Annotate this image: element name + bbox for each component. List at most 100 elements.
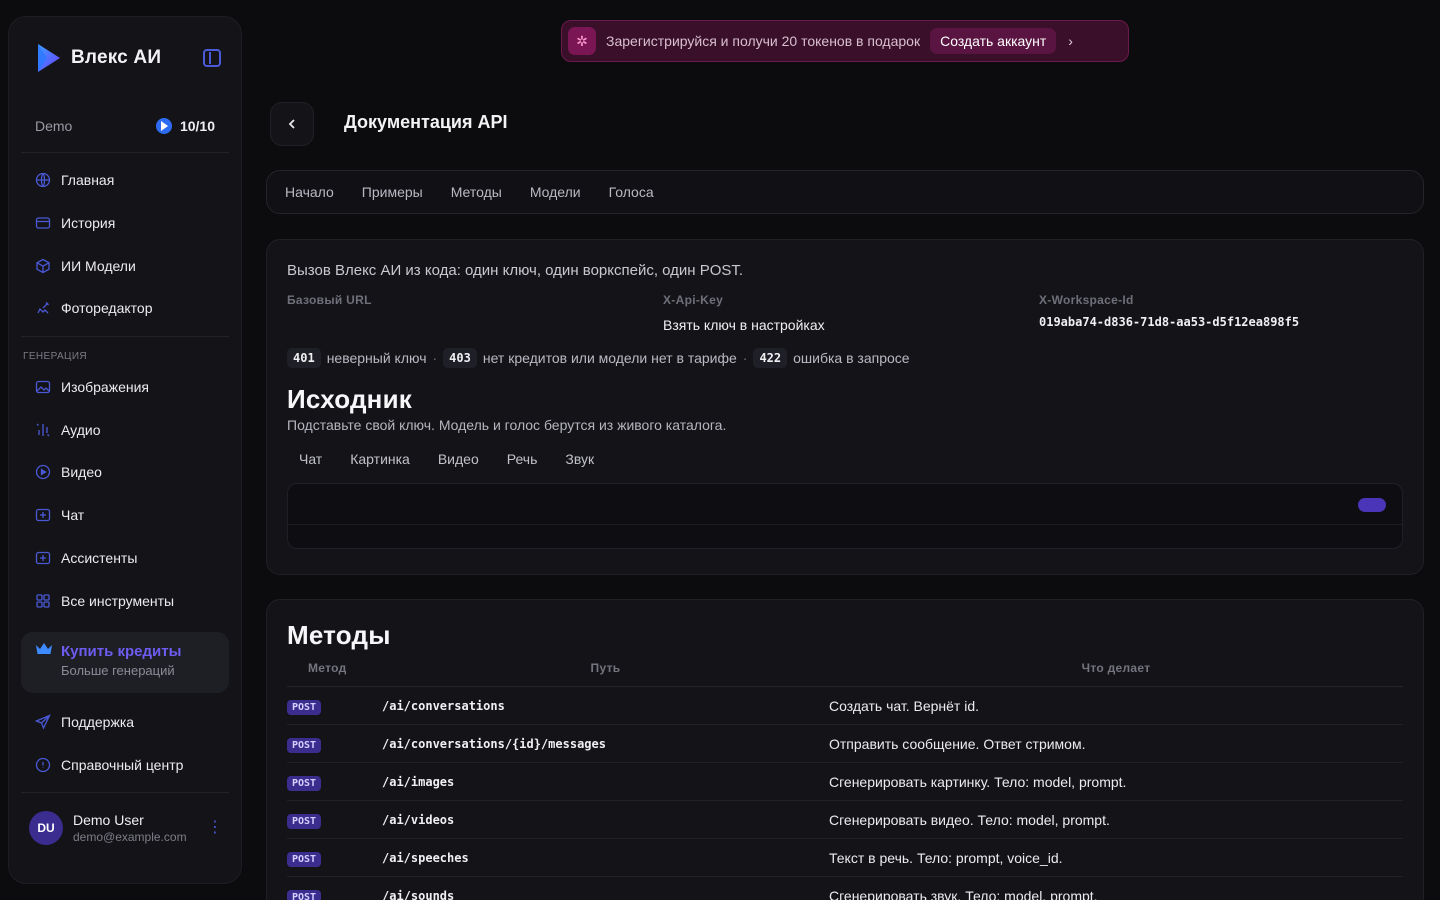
promo-banner[interactable]: ✲ Зарегистрируйся и получи 20 токенов в … (561, 20, 1129, 62)
method-path: /ai/sounds (382, 888, 455, 900)
source-subtitle: Подставьте свой ключ. Модель и голос бер… (287, 417, 727, 433)
tab-video[interactable]: Видео (428, 451, 489, 467)
chevron-left-icon (288, 119, 295, 129)
method-path: /ai/images (382, 774, 455, 789)
method-desc: Сгенерировать видео. Тело: model, prompt… (829, 811, 1110, 828)
chat-icon (35, 507, 51, 523)
method-path: /ai/videos (382, 812, 455, 827)
sidebar-item-label: Фоторедактор (61, 300, 153, 317)
sidebar-item-video[interactable]: Видео (21, 451, 229, 494)
sidebar-collapse-icon[interactable] (203, 49, 221, 67)
tab-speech[interactable]: Речь (497, 451, 548, 467)
sidebar-item-models[interactable]: ИИ Модели (21, 244, 229, 287)
promo-text: Зарегистрируйся и получи 20 токенов в по… (606, 33, 921, 49)
method-badge: POST (287, 851, 322, 867)
methods-table: Метод Путь Что делает POST /ai/conversat… (287, 661, 1403, 900)
code-toggle[interactable] (1358, 498, 1386, 512)
header-path: Путь (590, 661, 621, 675)
base-url-label: Базовый URL (287, 293, 372, 307)
image-icon (35, 379, 51, 395)
api-intro: Вызов Влекс АИ из кода: один ключ, один … (287, 262, 744, 279)
method-badge: POST (287, 737, 322, 753)
plan-row: Demo 10/10 (21, 99, 229, 153)
globe-icon (35, 172, 51, 188)
sparkle-icon: ✲ (568, 27, 596, 55)
source-title: Исходник (287, 384, 412, 414)
method-desc: Сгенерировать картинку. Тело: model, pro… (829, 773, 1127, 790)
table-row[interactable]: POST /ai/conversations Создать чат. Верн… (287, 687, 1403, 725)
workspace-block: X-Workspace-Id 019aba74-d836-71d8-aa53-d… (1039, 293, 1403, 334)
header-method: Метод (308, 661, 347, 675)
source-tabs: Чат Картинка Видео Речь Звук (287, 451, 1403, 467)
method-desc: Отправить сообщение. Ответ стримом. (829, 735, 1086, 752)
sidebar-item-audio[interactable]: Аудио (21, 408, 229, 451)
sidebar-item-images[interactable]: Изображения (21, 366, 229, 409)
method-desc: Текст в речь. Тело: prompt, voice_id. (829, 849, 1063, 866)
cube-icon (35, 258, 51, 274)
code-block[interactable] (287, 483, 1403, 549)
api-key-block: X-Api-Key Взять ключ в настройках (663, 293, 1039, 334)
sidebar-item-label: Чат (61, 507, 85, 524)
table-row[interactable]: POST /ai/conversations/{id}/messages Отп… (287, 725, 1403, 763)
table-row[interactable]: POST /ai/videos Сгенерировать видео. Тел… (287, 801, 1403, 839)
methods-title: Методы (287, 620, 391, 650)
user-profile[interactable]: DU Demo User demo@example.com ⋮ (21, 793, 229, 846)
error-code-badge: 422 (753, 348, 788, 368)
sidebar-item-label: История (61, 215, 116, 232)
api-key-settings-link[interactable]: Взять ключ в настройках (663, 317, 1039, 334)
brand[interactable]: Влекс АИ (21, 17, 229, 99)
sidebar-item-chat[interactable]: Чат (21, 494, 229, 537)
app-root: Влекс АИ Demo 10/10 Главная История ИИ М… (0, 0, 1440, 900)
api-credentials: Базовый URL X-Api-Key Взять ключ в настр… (287, 293, 1403, 334)
user-email: demo@example.com (73, 830, 187, 845)
create-account-button[interactable]: Создать аккаунт (930, 28, 1057, 54)
chevron-right-icon[interactable]: › (1068, 33, 1073, 49)
buy-credits-card[interactable]: Купить кредиты Больше генераций (21, 631, 229, 693)
sidebar-item-history[interactable]: История (21, 202, 229, 245)
sidebar-item-help-center[interactable]: Справочный центр (21, 744, 229, 787)
method-path: /ai/conversations (382, 698, 505, 713)
method-badge: POST (287, 889, 322, 900)
tab-models[interactable]: Модели (516, 184, 595, 200)
api-overview-card: Вызов Влекс АИ из кода: один ключ, один … (266, 239, 1424, 575)
tab-start[interactable]: Начало (271, 184, 348, 200)
back-button[interactable] (270, 102, 314, 146)
sidebar-item-label: Главная (61, 172, 115, 189)
error-codes: 401 неверный ключ · 403 нет кредитов или… (287, 348, 1403, 368)
sidebar-item-assistants[interactable]: Ассистенты (21, 537, 229, 580)
method-badge: POST (287, 775, 322, 791)
tab-voices[interactable]: Голоса (595, 184, 668, 200)
sidebar-item-support[interactable]: Поддержка (21, 701, 229, 744)
more-vertical-icon[interactable]: ⋮ (207, 820, 223, 836)
method-path: /ai/speeches (382, 850, 469, 865)
separator: · (432, 350, 438, 366)
error-code-badge: 401 (287, 348, 321, 368)
tab-image[interactable]: Картинка (340, 451, 420, 467)
tab-methods[interactable]: Методы (437, 184, 516, 200)
workspace-id-value[interactable]: 019aba74-d836-71d8-aa53-d5f12ea898f5 (1039, 315, 1403, 332)
plan-name: Demo (35, 117, 73, 134)
sidebar-item-label: ИИ Модели (61, 257, 136, 274)
sidebar-item-label: Поддержка (61, 714, 135, 731)
method-desc: Создать чат. Вернёт id. (829, 697, 980, 714)
sidebar-item-label: Аудио (61, 421, 101, 438)
base-url-value[interactable] (287, 317, 663, 334)
sidebar-item-label: Видео (61, 464, 102, 481)
history-icon (35, 215, 51, 231)
table-row[interactable]: POST /ai/sounds Сгенерировать звук. Тело… (287, 877, 1403, 900)
table-header: Метод Путь Что делает (287, 661, 1403, 687)
sidebar-item-all-tools[interactable]: Все инструменты (21, 579, 229, 622)
buy-credits-subtitle: Больше генераций (61, 662, 175, 678)
credits-counter[interactable]: 10/10 (155, 117, 215, 134)
assistant-icon (35, 550, 51, 566)
brand-name: Влекс АИ (71, 47, 162, 68)
sidebar-item-label: Справочный центр (61, 756, 184, 773)
tab-examples[interactable]: Примеры (348, 184, 437, 200)
tab-sound[interactable]: Звук (555, 451, 604, 467)
table-row[interactable]: POST /ai/images Сгенерировать картинку. … (287, 763, 1403, 801)
tab-chat[interactable]: Чат (289, 451, 332, 467)
table-row[interactable]: POST /ai/speeches Текст в речь. Тело: pr… (287, 839, 1403, 877)
send-icon (35, 714, 51, 730)
sidebar-item-home[interactable]: Главная (21, 159, 229, 202)
sidebar-item-photo-editor[interactable]: Фоторедактор (21, 287, 229, 330)
